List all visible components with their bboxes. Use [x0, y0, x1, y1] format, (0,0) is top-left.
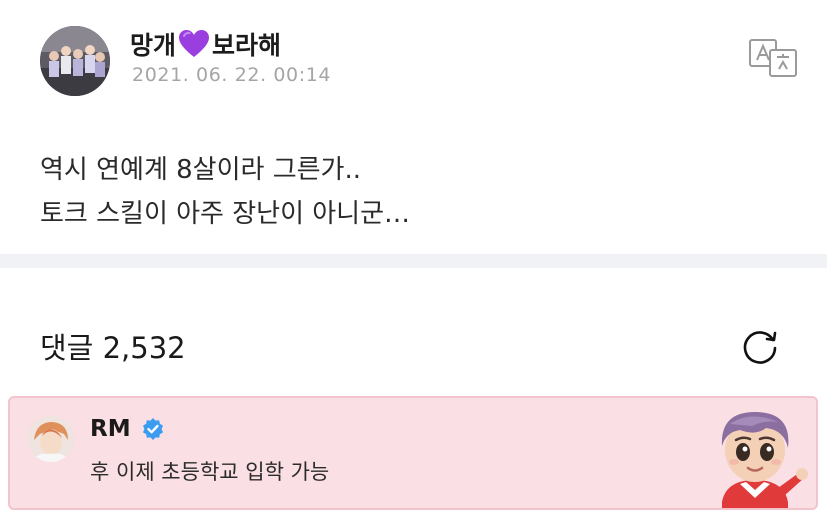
- commenter-name[interactable]: RM: [90, 416, 165, 442]
- post-body-line: 토크 스킬이 아주 장난이 아니군…: [40, 199, 411, 229]
- author-name[interactable]: 망개 보라해: [130, 26, 281, 62]
- purple-heart-icon: [178, 29, 210, 59]
- refresh-button[interactable]: [740, 326, 780, 366]
- refresh-icon: [743, 331, 777, 364]
- commenter-avatar[interactable]: [28, 416, 74, 462]
- comments-count: 댓글 2,532: [40, 331, 186, 365]
- post-timestamp: 2021. 06. 22. 00:14: [132, 64, 332, 86]
- post-header: 망개 보라해 2021. 06. 22. 00:14: [40, 24, 800, 100]
- translate-icon: [749, 39, 797, 77]
- translate-button[interactable]: [748, 38, 800, 78]
- character-sticker: [700, 402, 810, 508]
- author-name-part2: 보라해: [212, 31, 282, 60]
- section-divider: [0, 254, 827, 268]
- highlighted-comment[interactable]: RM 후 이제 초등학교 입학 가능: [8, 396, 818, 510]
- verified-badge-icon: [141, 417, 165, 441]
- author-avatar[interactable]: [40, 26, 110, 96]
- post-body: 역시 연예계 8살이라 그른가.. 토크 스킬이 아주 장난이 아니군…: [40, 148, 780, 236]
- post-body-line: 역시 연예계 8살이라 그른가..: [40, 155, 361, 185]
- author-name-part1: 망개: [130, 31, 177, 60]
- comment-text: 후 이제 초등학교 입학 가능: [90, 460, 330, 484]
- commenter-name-text: RM: [90, 416, 131, 442]
